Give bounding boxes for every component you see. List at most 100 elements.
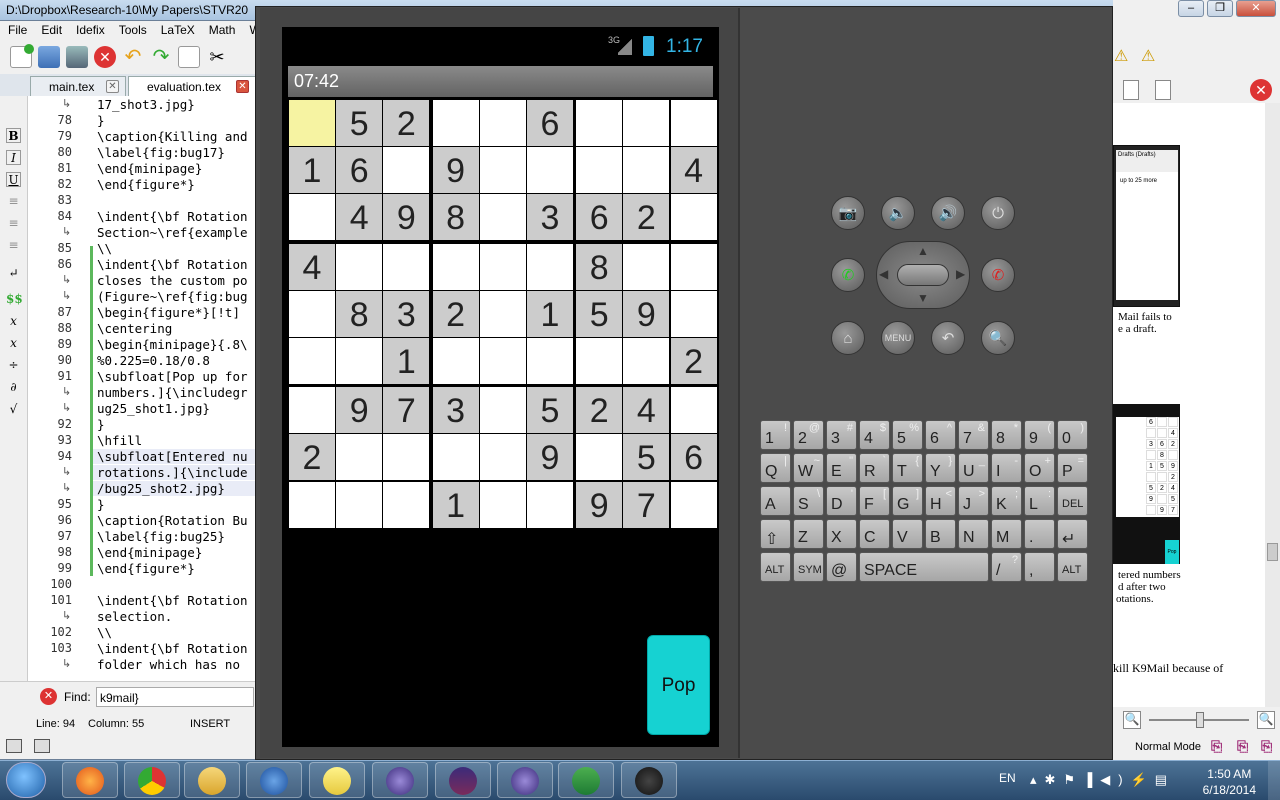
key-y[interactable]: Y} bbox=[925, 453, 956, 483]
sudoku-cell-r8c3[interactable]: 1 bbox=[432, 481, 479, 528]
key-l[interactable]: L: bbox=[1024, 486, 1055, 516]
show-desktop-button[interactable] bbox=[1268, 761, 1280, 800]
key-p[interactable]: P = bbox=[1057, 453, 1088, 483]
key-5[interactable]: 5% bbox=[892, 420, 923, 450]
tab-main-tex[interactable]: main.tex ✕ bbox=[30, 76, 126, 96]
sudoku-cell-r7c3[interactable] bbox=[432, 434, 479, 481]
sudoku-cell-r5c6[interactable] bbox=[576, 338, 623, 384]
copy-icon[interactable] bbox=[178, 46, 200, 68]
close-window-button[interactable]: ✕ bbox=[1236, 0, 1276, 17]
sudoku-cell-r4c7[interactable]: 9 bbox=[623, 290, 670, 337]
key-t[interactable]: T{ bbox=[892, 453, 923, 483]
key-space[interactable]: SPACE bbox=[859, 552, 989, 582]
sudoku-cell-r0c4[interactable] bbox=[479, 100, 526, 146]
key-j[interactable]: J > bbox=[958, 486, 989, 516]
sudoku-cell-r1c0[interactable]: 1 bbox=[289, 147, 335, 194]
key-del[interactable]: DEL bbox=[1057, 486, 1088, 516]
sudoku-cell-r3c7[interactable] bbox=[623, 243, 670, 290]
sudoku-cell-r3c1[interactable] bbox=[336, 243, 383, 290]
pop-button[interactable]: Pop bbox=[647, 635, 710, 735]
align-center-icon[interactable]: ≡ bbox=[6, 216, 21, 231]
bookmark-icon[interactable]: ⎘ bbox=[1261, 738, 1272, 755]
bold-icon[interactable]: B bbox=[6, 128, 21, 143]
close-tab-icon[interactable]: ✕ bbox=[236, 80, 249, 93]
sudoku-cell-r0c1[interactable]: 5 bbox=[336, 100, 383, 146]
key-c[interactable]: C bbox=[859, 519, 890, 549]
sudoku-cell-r2c2[interactable]: 9 bbox=[383, 194, 430, 241]
subscript-icon[interactable]: x bbox=[6, 314, 21, 329]
maximize-button[interactable]: ❐ bbox=[1207, 0, 1233, 17]
sudoku-cell-r1c8[interactable]: 4 bbox=[670, 147, 717, 194]
vertical-scrollbar[interactable] bbox=[1265, 103, 1280, 707]
zoom-in-icon[interactable]: 🔍 bbox=[1257, 711, 1275, 729]
sudoku-cell-r1c2[interactable] bbox=[383, 147, 430, 194]
page-icon[interactable] bbox=[1155, 80, 1171, 100]
sudoku-cell-r8c8[interactable] bbox=[670, 481, 717, 528]
camera-button[interactable]: 📷 bbox=[831, 196, 865, 230]
sudoku-cell-r7c8[interactable]: 6 bbox=[670, 434, 717, 481]
key-alt[interactable]: ALT bbox=[760, 552, 791, 582]
sudoku-cell-r7c6[interactable] bbox=[576, 434, 623, 481]
key-d[interactable]: D ' bbox=[826, 486, 857, 516]
fraction-alt-icon[interactable]: ∂ bbox=[6, 380, 21, 395]
sudoku-cell-r3c5[interactable] bbox=[527, 243, 573, 290]
sudoku-cell-r2c1[interactable]: 4 bbox=[336, 194, 383, 241]
align-right-icon[interactable]: ≡ bbox=[6, 238, 21, 253]
menu-idefix[interactable]: Idefix bbox=[76, 23, 105, 38]
key-v[interactable]: V bbox=[892, 519, 923, 549]
taskbar-firefox-button[interactable] bbox=[62, 762, 118, 798]
close-find-icon[interactable]: ✕ bbox=[40, 688, 57, 705]
sudoku-cell-r5c7[interactable] bbox=[623, 338, 670, 384]
warning-icon[interactable]: ⚠ bbox=[1141, 46, 1155, 66]
key-/[interactable]: /? bbox=[991, 552, 1022, 582]
fraction-icon[interactable]: ÷ bbox=[6, 358, 21, 373]
underline-icon[interactable]: U bbox=[6, 172, 21, 187]
sudoku-cell-r6c0[interactable] bbox=[289, 387, 335, 434]
key-n[interactable]: N bbox=[958, 519, 989, 549]
taskbar-texmaker-button[interactable] bbox=[435, 762, 491, 798]
sudoku-cell-r6c5[interactable]: 5 bbox=[527, 387, 573, 434]
sudoku-cell-r1c6[interactable] bbox=[576, 147, 623, 194]
dpad-left-icon[interactable]: ◀ bbox=[879, 267, 888, 281]
sudoku-cell-r0c8[interactable] bbox=[670, 100, 717, 146]
sudoku-cell-r0c6[interactable] bbox=[576, 100, 623, 146]
sudoku-cell-r5c3[interactable] bbox=[432, 338, 479, 384]
sudoku-cell-r8c7[interactable]: 7 bbox=[623, 481, 670, 528]
key-e[interactable]: E " bbox=[826, 453, 857, 483]
sudoku-cell-r2c0[interactable] bbox=[289, 194, 335, 241]
dpad-center[interactable] bbox=[897, 264, 949, 286]
cut-icon[interactable]: ✂ bbox=[206, 46, 228, 68]
sudoku-cell-r2c7[interactable]: 2 bbox=[623, 194, 670, 241]
key-u[interactable]: U _ bbox=[958, 453, 989, 483]
sudoku-cell-r3c0[interactable]: 4 bbox=[289, 243, 335, 290]
back-button[interactable]: ↶ bbox=[931, 321, 965, 355]
sudoku-cell-r7c2[interactable] bbox=[383, 434, 430, 481]
key-8[interactable]: 8 * bbox=[991, 420, 1022, 450]
sudoku-cell-r7c7[interactable]: 5 bbox=[623, 434, 670, 481]
key-shift[interactable]: ⇧ bbox=[760, 519, 791, 549]
key-w[interactable]: W ~ bbox=[793, 453, 824, 483]
key-alt[interactable]: ALT bbox=[1057, 552, 1088, 582]
taskbar-android-button[interactable] bbox=[621, 762, 677, 798]
key-.[interactable]: . bbox=[1024, 519, 1055, 549]
menu-button[interactable]: MENU bbox=[881, 321, 915, 355]
key-7[interactable]: 7 & bbox=[958, 420, 989, 450]
key-2[interactable]: 2 @ bbox=[793, 420, 824, 450]
key-3[interactable]: 3 # bbox=[826, 420, 857, 450]
sudoku-cell-r0c5[interactable]: 6 bbox=[527, 100, 573, 146]
sudoku-cell-r5c8[interactable]: 2 bbox=[670, 338, 717, 384]
sudoku-cell-r5c2[interactable]: 1 bbox=[383, 338, 430, 384]
volume-down-button[interactable]: 🔈 bbox=[881, 196, 915, 230]
taskbar-thunderbird-button[interactable] bbox=[246, 762, 302, 798]
panel-toggle-icon[interactable] bbox=[34, 739, 50, 753]
sudoku-cell-r7c5[interactable]: 9 bbox=[527, 434, 573, 481]
sudoku-cell-r6c3[interactable]: 3 bbox=[432, 387, 479, 434]
key-4[interactable]: 4 $ bbox=[859, 420, 890, 450]
sudoku-cell-r1c1[interactable]: 6 bbox=[336, 147, 383, 194]
page-icon[interactable] bbox=[1123, 80, 1139, 100]
key-a[interactable]: A bbox=[760, 486, 791, 516]
key-0[interactable]: 0) bbox=[1057, 420, 1088, 450]
tray-icons[interactable]: ▴✱⚑▐◀)⚡▤ bbox=[1030, 772, 1175, 788]
warning-icon[interactable]: ⚠ bbox=[1114, 46, 1128, 66]
key-k[interactable]: K; bbox=[991, 486, 1022, 516]
